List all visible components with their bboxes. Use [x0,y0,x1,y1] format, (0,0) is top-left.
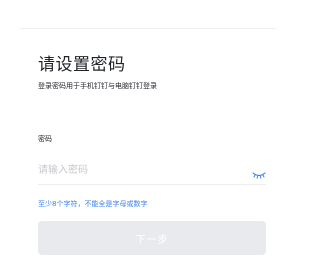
page-title: 请设置密码 [38,55,126,75]
next-button[interactable]: 下一步 [38,221,266,255]
password-input[interactable] [38,161,238,179]
page-subtitle: 登录密码用于手机钉钉与电脑钉钉登录 [38,82,157,90]
eye-closed-icon[interactable] [252,165,266,179]
password-rule-hint: 至少8个字符，不能全是字母或数字 [38,200,148,208]
password-label: 密码 [38,135,52,143]
password-field-row [38,156,266,185]
set-password-page: 请设置密码 登录密码用于手机钉钉与电脑钉钉登录 密码 至少8个字符，不能全是字母… [0,0,326,268]
top-divider [20,28,276,29]
